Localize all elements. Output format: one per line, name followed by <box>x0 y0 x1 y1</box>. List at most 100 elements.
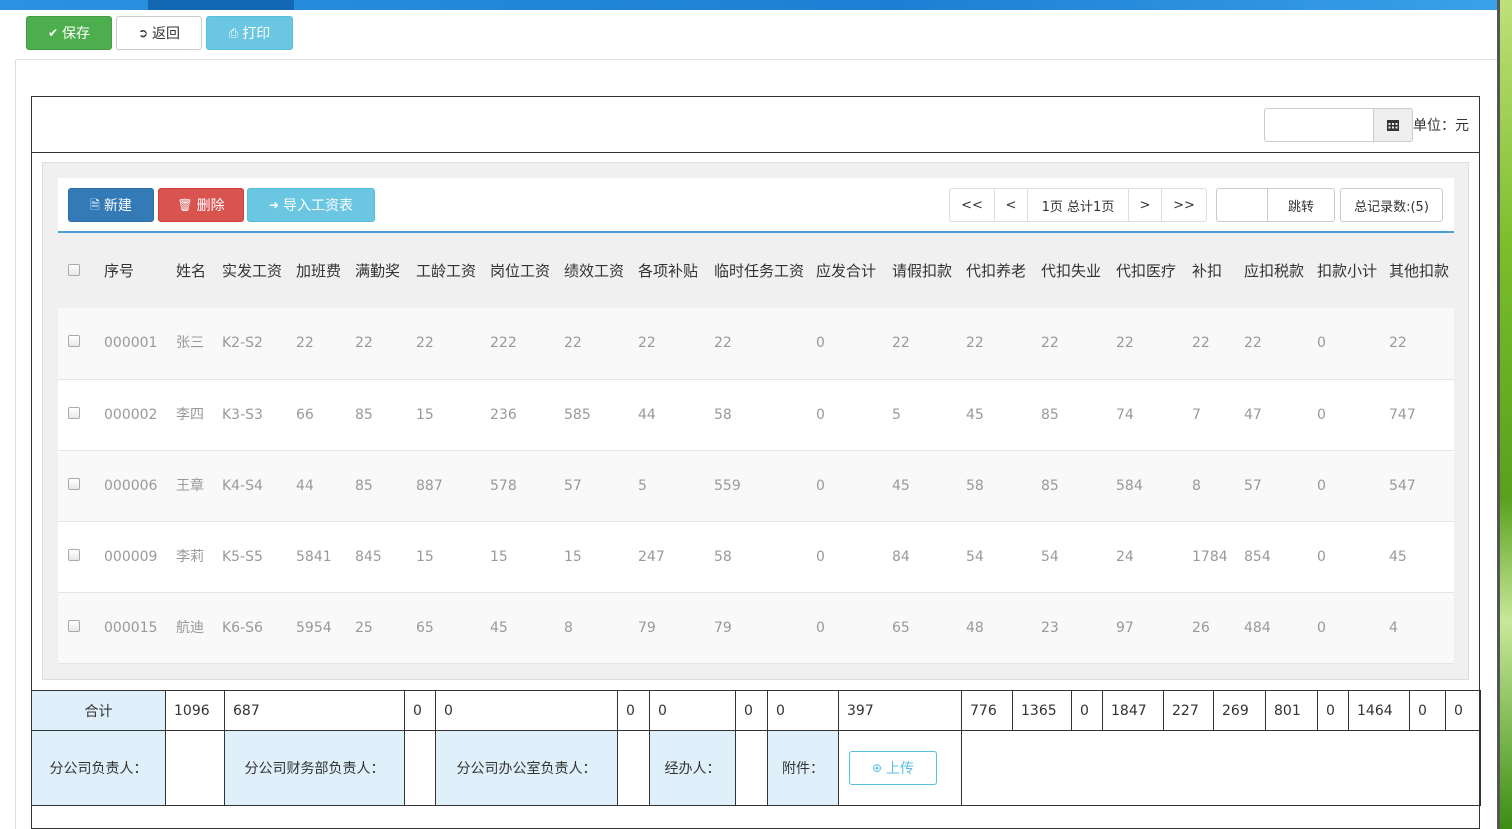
total-cell: 397 <box>838 690 962 731</box>
new-button[interactable]: 🗎 新建 <box>68 188 154 222</box>
table-cell: 44 <box>634 379 710 451</box>
date-input[interactable] <box>1264 108 1374 142</box>
table-cell: K6-S6 <box>218 592 292 664</box>
column-header[interactable]: 扣款小计 <box>1313 233 1385 308</box>
column-header[interactable]: 加班费 <box>292 233 351 308</box>
column-header[interactable]: 各项补贴 <box>634 233 710 308</box>
table-cell: K3-S3 <box>218 379 292 451</box>
row-checkbox[interactable] <box>68 406 80 419</box>
column-header[interactable]: 应发合计 <box>812 233 888 308</box>
branch-head-field[interactable] <box>165 730 225 806</box>
table-cell: 000006 <box>100 450 172 522</box>
table-cell: 0 <box>1313 379 1385 451</box>
table-cell: 57 <box>560 450 634 522</box>
save-button[interactable]: ✔ 保存 <box>26 16 112 50</box>
table-row[interactable]: 000015 航迪 K6-S6 5954 25 65 45 8 79 79 0 65 48 23 97 26 4… <box>58 592 1454 664</box>
signature-row: 分公司负责人： 分公司财务部负责人： 分公司办公室负责人： 经办人： 附件： ⊕… <box>31 730 1481 806</box>
jump-page-input[interactable] <box>1216 188 1268 222</box>
table-cell: 65 <box>412 592 486 664</box>
table-cell: 22 <box>634 308 710 380</box>
table-cell: 000015 <box>100 592 172 664</box>
import-label: 导入工资表 <box>283 198 354 214</box>
column-header[interactable]: 岗位工资 <box>486 233 560 308</box>
total-cell: 1464 <box>1348 690 1410 731</box>
calendar-button[interactable] <box>1373 108 1413 142</box>
total-cell: 1847 <box>1102 690 1164 731</box>
total-cell: 227 <box>1163 690 1214 731</box>
last-page-button[interactable]: >> <box>1161 188 1207 222</box>
column-header[interactable]: 请假扣款 <box>888 233 962 308</box>
table-cell: 48 <box>962 592 1037 664</box>
window-edge-decoration <box>1497 0 1512 829</box>
table-cell: 57 <box>1240 450 1313 522</box>
handler-field[interactable] <box>735 730 768 806</box>
table-cell: 26 <box>1188 592 1240 664</box>
table-cell: 22 <box>560 308 634 380</box>
jump-button[interactable]: 跳转 <box>1267 188 1335 222</box>
total-cell: 0 <box>1409 690 1446 731</box>
save-label: 保存 <box>62 26 91 42</box>
table-cell: 000009 <box>100 521 172 593</box>
total-cell: 269 <box>1213 690 1266 731</box>
upload-button[interactable]: ⊕ 上传 <box>849 751 937 785</box>
column-header[interactable]: 满勤奖 <box>351 233 412 308</box>
office-head-label: 分公司办公室负责人： <box>435 730 618 806</box>
column-header[interactable]: 工龄工资 <box>412 233 486 308</box>
import-button[interactable]: ➜ 导入工资表 <box>247 188 375 222</box>
row-checkbox[interactable] <box>68 335 80 348</box>
delete-label: 删除 <box>196 198 225 214</box>
row-checkbox[interactable] <box>68 548 80 561</box>
next-page-button[interactable]: > <box>1128 188 1162 222</box>
column-header[interactable]: 代扣养老 <box>962 233 1037 308</box>
sign-in-icon: ➜ <box>268 198 280 212</box>
column-header[interactable]: 代扣失业 <box>1037 233 1112 308</box>
print-button[interactable]: ⎙ 打印 <box>206 16 293 50</box>
total-cell: 0 <box>617 690 650 731</box>
first-page-button[interactable]: << <box>949 188 995 222</box>
row-select-cell <box>58 592 100 664</box>
page-toolbar: ✔ 保存 ➲ 返回 ⎙ 打印 <box>16 10 1497 60</box>
table-row[interactable]: 000001 张三 K2-S2 22 22 22 222 22 22 22 0 22 22 22 22 22 2… <box>58 308 1454 380</box>
column-header[interactable]: 序号 <box>100 233 172 308</box>
column-header[interactable]: 其他扣款 <box>1385 233 1454 308</box>
row-select-cell <box>58 379 100 451</box>
row-checkbox[interactable] <box>68 619 80 632</box>
column-header[interactable]: 应扣税款 <box>1240 233 1313 308</box>
select-all-checkbox[interactable] <box>68 263 80 276</box>
top-accent-bar <box>0 0 1497 10</box>
finance-head-field[interactable] <box>404 730 436 806</box>
total-records: 总记录数:(5) <box>1340 188 1443 222</box>
total-cell: 1365 <box>1012 690 1072 731</box>
table-cell: 李四 <box>172 379 218 451</box>
column-header[interactable]: 代扣医疗 <box>1112 233 1188 308</box>
office-head-field[interactable] <box>617 730 650 806</box>
table-row[interactable]: 000006 王章 K4-S4 44 85 887 578 57 5 559 0 45 58 85 584 8… <box>58 450 1454 522</box>
table-cell: 45 <box>486 592 560 664</box>
column-header[interactable]: 实发工资 <box>218 233 292 308</box>
prev-page-button[interactable]: < <box>994 188 1028 222</box>
table-cell: 22 <box>292 308 351 380</box>
column-header[interactable]: 绩效工资 <box>560 233 634 308</box>
table-row[interactable]: 000002 李四 K3-S3 66 85 15 236 585 44 58 0 5 45 85 74 7 47… <box>58 379 1454 451</box>
table-cell: 585 <box>560 379 634 451</box>
total-cell: 0 <box>404 690 436 731</box>
table-row[interactable]: 000009 李莉 K5-S5 5841 845 15 15 15 247 58 0 84 54 54 24… <box>58 521 1454 593</box>
total-cell: 0 <box>735 690 768 731</box>
column-header[interactable]: 补扣 <box>1188 233 1240 308</box>
row-select-cell <box>58 450 100 522</box>
table-cell: 887 <box>412 450 486 522</box>
column-header[interactable]: 临时任务工资 <box>710 233 812 308</box>
column-header[interactable]: 姓名 <box>172 233 218 308</box>
page-info: 1页 总计1页 <box>1027 188 1129 222</box>
back-label: 返回 <box>152 26 181 42</box>
total-cell: 0 <box>1317 690 1349 731</box>
table-cell: 578 <box>486 450 560 522</box>
printer-icon: ⎙ <box>228 26 239 40</box>
table-cell: 王章 <box>172 450 218 522</box>
back-button[interactable]: ➲ 返回 <box>116 16 202 50</box>
table-cell: 79 <box>710 592 812 664</box>
table-cell: 5954 <box>292 592 351 664</box>
upload-label: 上传 <box>886 761 915 777</box>
row-checkbox[interactable] <box>68 477 80 490</box>
delete-button[interactable]: 🗑 删除 <box>158 188 244 222</box>
